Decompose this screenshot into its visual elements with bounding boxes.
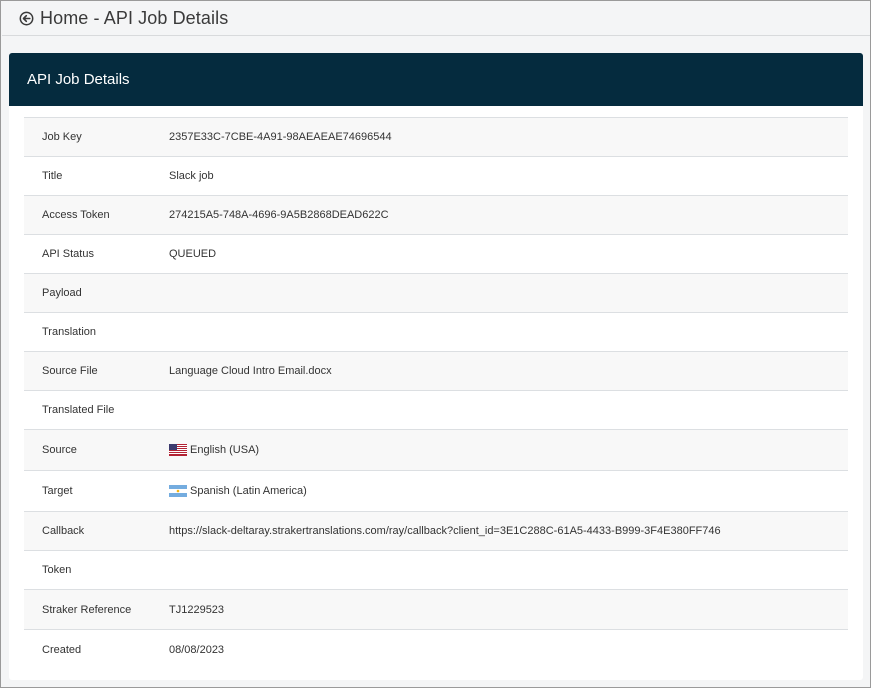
detail-row-source: Source English (USA) [24,430,848,471]
detail-row-token: Token [24,551,848,590]
detail-row-straker-reference: Straker Reference TJ1229523 [24,590,848,630]
breadcrumb-separator: - [88,8,104,28]
detail-value: Slack job [169,170,214,182]
detail-label: Target [42,485,73,497]
detail-row-payload: Payload [24,274,848,313]
breadcrumb: Home - API Job Details [40,8,228,29]
breadcrumb-current: API Job Details [103,8,229,28]
detail-row-translated-file: Translated File [24,391,848,430]
window-frame: Home - API Job Details API Job Details J… [0,0,871,688]
detail-value: 2357E33C-7CBE-4A91-98AEAEAE74696544 [169,131,392,143]
circle-arrow-left-icon[interactable] [18,11,34,27]
detail-label: Translated File [42,404,115,416]
detail-label: Translation [42,326,97,338]
detail-label: Created [42,643,82,656]
detail-label: Token [42,564,72,576]
detail-row-source-file: Source File Language Cloud Intro Email.d… [24,352,848,391]
detail-value: 08/08/2023 [169,643,225,656]
detail-value: QUEUED [169,248,217,260]
detail-value: Spanish (Latin America) [169,485,848,497]
top-bar: Home - API Job Details [2,2,870,36]
detail-label: Payload [42,287,82,299]
details-panel: API Job Details Job Key 2357E33C-7CBE-4A… [9,53,863,680]
detail-label: Title [42,170,63,182]
detail-row-api-status: API Status QUEUED [24,235,848,274]
detail-label: Source File [42,365,98,377]
us-flag-icon [169,444,187,456]
detail-label: Straker Reference [42,603,132,616]
target-language-text: Spanish (Latin America) [190,485,307,497]
detail-value: TJ1229523 [169,603,225,616]
breadcrumb-home-link[interactable]: Home [40,8,88,28]
detail-row-translation: Translation [24,313,848,352]
detail-row-access-token: Access Token 274215A5-748A-4696-9A5B2868… [24,196,848,235]
panel-title: API Job Details [27,71,130,88]
detail-label: API Status [42,248,94,260]
details-table: Job Key 2357E33C-7CBE-4A91-98AEAEAE74696… [24,117,848,669]
detail-value: English (USA) [169,444,848,456]
argentina-flag-icon [169,485,187,497]
detail-value: Language Cloud Intro Email.docx [169,365,332,377]
detail-value: 274215A5-748A-4696-9A5B2868DEAD622C [169,209,389,221]
detail-label: Callback [42,525,85,537]
detail-label: Access Token [42,209,110,221]
detail-label: Source [42,444,77,456]
detail-row-created: Created 08/08/2023 [24,630,848,669]
detail-row-target: Target Spanish (Latin America) [24,471,848,512]
detail-row-job-key: Job Key 2357E33C-7CBE-4A91-98AEAEAE74696… [24,118,848,157]
panel-header: API Job Details [9,53,863,106]
detail-row-callback: Callback https://slack-deltaray.strakert… [24,512,848,551]
source-language-text: English (USA) [190,444,260,456]
detail-label: Job Key [42,131,82,143]
detail-value: https://slack-deltaray.strakertranslatio… [169,525,721,537]
detail-row-title: Title Slack job [24,157,848,196]
